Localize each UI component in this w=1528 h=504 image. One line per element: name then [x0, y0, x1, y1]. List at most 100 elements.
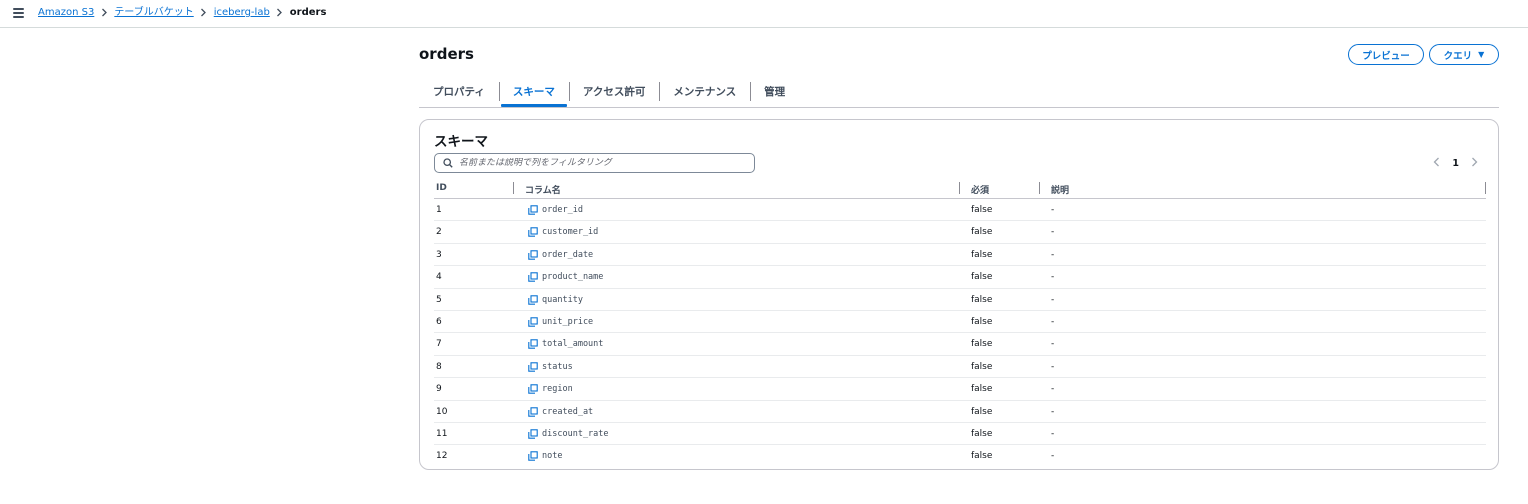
- row-column-name: created_at: [528, 407, 593, 417]
- column-divider[interactable]: [1485, 182, 1486, 194]
- menu-icon[interactable]: [13, 7, 25, 19]
- caret-down-icon: ▼: [1478, 50, 1485, 59]
- tab-management[interactable]: 管理: [750, 80, 799, 102]
- chevron-right-icon: [270, 8, 290, 17]
- table-row: 6 unit_price false -: [434, 311, 1486, 334]
- copy-icon[interactable]: [528, 227, 538, 238]
- copy-icon[interactable]: [528, 429, 538, 439]
- column-divider[interactable]: [959, 182, 960, 194]
- table-row: 9 region false -: [434, 378, 1486, 401]
- tab-access-permissions[interactable]: アクセス許可: [568, 80, 659, 102]
- table-row: 3 order_date false -: [434, 244, 1486, 267]
- row-required: false: [971, 249, 993, 260]
- row-column-name: status: [528, 362, 573, 372]
- row-required: false: [971, 227, 993, 238]
- row-column-name: customer_id: [528, 227, 598, 237]
- row-required: false: [971, 428, 993, 439]
- column-name-text: order_id: [542, 205, 583, 215]
- row-required: false: [971, 205, 993, 215]
- row-id: 1: [436, 205, 442, 215]
- tab-schema[interactable]: スキーマ: [498, 80, 569, 107]
- copy-icon[interactable]: [528, 294, 538, 305]
- breadcrumb-item-amazon-s3[interactable]: Amazon S3: [38, 6, 94, 19]
- tab-properties[interactable]: プロパティ: [419, 80, 499, 102]
- row-description: -: [1051, 384, 1055, 395]
- row-required: false: [971, 451, 993, 462]
- row-description: -: [1051, 406, 1055, 417]
- row-column-name: product_name: [528, 272, 603, 282]
- column-name-text: order_date: [542, 249, 594, 260]
- row-description: -: [1051, 428, 1055, 439]
- copy-icon[interactable]: [528, 272, 538, 282]
- copy-icon[interactable]: [528, 451, 538, 462]
- breadcrumb: Amazon S3 テーブルバケット iceberg-lab orders: [38, 6, 326, 19]
- row-column-name: order_id: [528, 205, 583, 215]
- row-description: -: [1051, 361, 1055, 372]
- tab-label: 管理: [764, 85, 786, 98]
- tab-bar: プロパティ スキーマ アクセス許可 メンテナンス 管理: [419, 80, 1499, 108]
- chevron-right-icon[interactable]: [1471, 156, 1478, 170]
- copy-icon[interactable]: [528, 339, 538, 350]
- schema-panel-title: スキーマ: [434, 134, 488, 150]
- row-id: 8: [436, 361, 442, 372]
- row-column-name: quantity: [528, 295, 583, 305]
- row-id: 7: [436, 339, 442, 350]
- copy-icon[interactable]: [528, 406, 538, 417]
- copy-icon[interactable]: [528, 250, 538, 260]
- table-body: 1 order_id false - 2 customer_id false -…: [434, 199, 1486, 468]
- copy-icon[interactable]: [528, 205, 538, 215]
- row-id: 11: [436, 428, 448, 439]
- row-column-name: order_date: [528, 250, 593, 260]
- row-required: false: [971, 384, 993, 395]
- chevron-right-icon: [94, 8, 114, 17]
- column-header-name[interactable]: コラム名: [525, 183, 561, 196]
- top-bar: Amazon S3 テーブルバケット iceberg-lab orders: [0, 0, 1528, 28]
- row-description: -: [1051, 316, 1055, 327]
- search-icon: [443, 158, 453, 168]
- row-id: 4: [436, 272, 442, 283]
- row-id: 2: [436, 227, 442, 238]
- column-divider[interactable]: [1039, 182, 1040, 194]
- column-name-text: status: [542, 361, 573, 372]
- column-header-id[interactable]: ID: [436, 183, 447, 193]
- table-row: 12 note false -: [434, 445, 1486, 467]
- column-name-text: created_at: [542, 406, 594, 417]
- breadcrumb-item-table-buckets[interactable]: テーブルバケット: [114, 6, 193, 19]
- column-name-text: product_name: [542, 272, 604, 283]
- column-name-text: discount_rate: [542, 428, 609, 439]
- tab-label: プロパティ: [433, 85, 485, 98]
- chevron-left-icon[interactable]: [1433, 156, 1440, 170]
- row-description: -: [1051, 249, 1055, 260]
- column-header-required[interactable]: 必須: [971, 183, 989, 196]
- column-divider[interactable]: [513, 182, 514, 194]
- column-name-text: quantity: [542, 294, 583, 305]
- table-row: 4 product_name false -: [434, 266, 1486, 289]
- search-field[interactable]: [434, 153, 755, 173]
- breadcrumb-item-iceberg-lab[interactable]: iceberg-lab: [214, 6, 270, 19]
- row-column-name: unit_price: [528, 317, 593, 327]
- table-row: 7 total_amount false -: [434, 333, 1486, 356]
- column-name-text: note: [542, 451, 563, 462]
- table-row: 2 customer_id false -: [434, 221, 1486, 244]
- copy-icon[interactable]: [528, 361, 538, 372]
- table-row: 1 order_id false -: [434, 199, 1486, 222]
- table-row: 11 discount_rate false -: [434, 423, 1486, 446]
- table-header: ID コラム名 必須 説明: [434, 180, 1486, 199]
- row-id: 5: [436, 294, 442, 305]
- page-number[interactable]: 1: [1452, 158, 1459, 169]
- column-header-description[interactable]: 説明: [1051, 183, 1069, 196]
- copy-icon[interactable]: [528, 384, 538, 394]
- row-description: -: [1051, 294, 1055, 305]
- search-input[interactable]: [459, 158, 739, 168]
- column-name-text: region: [542, 384, 573, 395]
- column-name-text: customer_id: [542, 227, 599, 238]
- row-description: -: [1051, 272, 1055, 283]
- tab-maintenance[interactable]: メンテナンス: [659, 80, 750, 102]
- copy-icon[interactable]: [528, 317, 538, 327]
- pagination: 1: [1433, 156, 1478, 170]
- page-title: orders: [419, 45, 474, 63]
- breadcrumb-current: orders: [289, 7, 327, 18]
- preview-button[interactable]: プレビュー: [1348, 44, 1424, 65]
- query-button[interactable]: クエリ ▼: [1429, 44, 1499, 65]
- row-description: -: [1051, 227, 1055, 238]
